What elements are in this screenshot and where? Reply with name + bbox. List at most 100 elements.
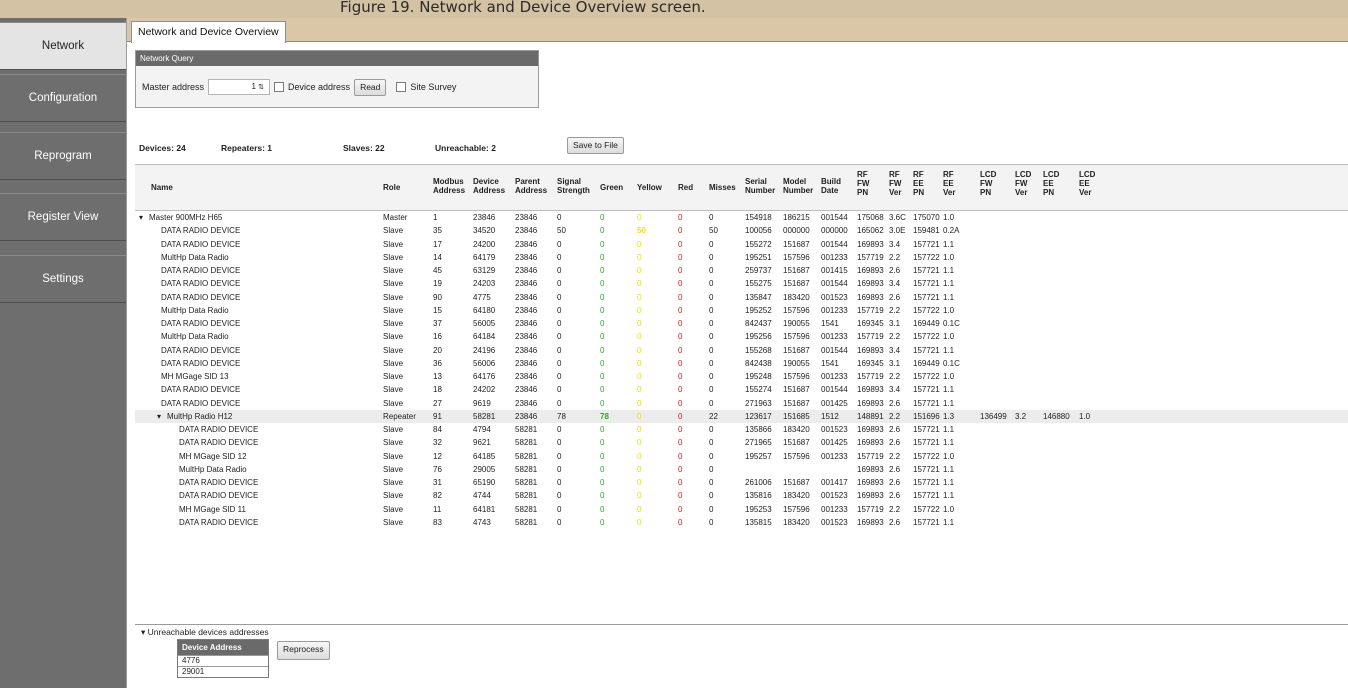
reprocess-button[interactable]: Reprocess <box>277 641 330 660</box>
table-row[interactable]: MH MGage SID 13 Slave 13 64176 23846 0 0 0 0 0 195… <box>135 370 1348 383</box>
cell-rf-ee-ver: 1.1 <box>943 385 955 395</box>
sidebar: Network Configuration Reprogram Register… <box>0 18 126 688</box>
save-to-file-button[interactable]: Save to File <box>567 137 624 154</box>
cell-rf-fw-ver: 2.2 <box>889 451 901 461</box>
cell-rf-fw-pn: 157719 <box>857 504 884 514</box>
cell-rf-fw-ver: 2.6 <box>889 491 901 501</box>
column-header-lcd-fw-pn[interactable]: LCD FW PN <box>980 170 996 197</box>
table-row[interactable]: DATA RADIO DEVICE Slave 32 9621 58281 0 0 0 0 0 27… <box>135 436 1348 449</box>
cell-lcd-fw-pn: 136499 <box>980 411 1007 421</box>
column-header-rf-ee-ver[interactable]: RF EE Ver <box>943 170 955 197</box>
cell-role: Slave <box>383 319 404 328</box>
column-header-lcd-fw-ver[interactable]: LCD FW Ver <box>1015 170 1031 197</box>
table-row[interactable]: DATA RADIO DEVICE Slave 36 56006 23846 0 0 0 0 0 8… <box>135 357 1348 370</box>
cell-signal-strength: 78 <box>557 411 566 421</box>
cell-name: DATA RADIO DEVICE <box>179 425 259 434</box>
cell-rf-fw-pn: 169893 <box>857 398 884 408</box>
table-row[interactable]: DATA RADIO DEVICE Slave 84 4794 58281 0 0 0 0 0 13… <box>135 423 1348 436</box>
column-header-modbus-address[interactable]: Modbus Address <box>433 177 465 195</box>
column-header-signal-strength[interactable]: Signal Strength <box>557 177 590 195</box>
column-header-yellow[interactable]: Yellow <box>637 183 662 192</box>
sidebar-item-reprogram[interactable]: Reprogram <box>0 132 126 180</box>
cell-modbus-address: 90 <box>433 292 442 302</box>
cell-red: 0 <box>678 517 683 527</box>
unreachable-title[interactable]: ▾ Unreachable devices addresses <box>141 627 269 638</box>
cell-yellow: 0 <box>637 491 642 501</box>
table-row[interactable]: DATA RADIO DEVICE Slave 19 24203 23846 0 0 0 0 0 1… <box>135 277 1348 290</box>
table-row[interactable]: DATA RADIO DEVICE Slave 20 24196 23846 0 0 0 0 0 1… <box>135 344 1348 357</box>
cell-yellow: 0 <box>637 279 642 289</box>
expand-toggle-icon[interactable]: ▾ <box>157 410 161 423</box>
cell-rf-fw-pn: 169893 <box>857 279 884 289</box>
cell-rf-fw-ver: 2.2 <box>889 332 901 342</box>
cell-build-date: 001425 <box>821 398 848 408</box>
column-header-name[interactable]: Name <box>151 183 173 192</box>
table-row[interactable]: MultHp Data Radio Slave 14 64179 23846 0 0 0 0 0 1… <box>135 251 1348 264</box>
column-header-green[interactable]: Green <box>600 183 623 192</box>
cell-rf-ee-pn: 157722 <box>913 252 940 262</box>
table-row[interactable]: MH MGage SID 11 Slave 11 64181 58281 0 0 0 0 0 195… <box>135 503 1348 516</box>
table-row[interactable]: DATA RADIO DEVICE Slave 37 56005 23846 0 0 0 0 0 8… <box>135 317 1348 330</box>
cell-misses: 0 <box>709 305 714 315</box>
master-address-input[interactable]: 1 ⇅ <box>208 79 271 95</box>
column-header-model-number[interactable]: Model Number <box>783 177 813 195</box>
column-header-rf-ee-pn[interactable]: RF EE PN <box>913 170 924 197</box>
table-row[interactable]: DATA RADIO DEVICE Slave 17 24200 23846 0 0 0 0 0 1… <box>135 238 1348 251</box>
tab-network-overview[interactable]: Network and Device Overview <box>131 21 286 43</box>
table-row[interactable]: ▾ Master 900MHz H65 Master 1 23846 23846 0 0 0 0 0… <box>135 211 1348 224</box>
cell-build-date: 001233 <box>821 372 848 381</box>
sidebar-item-network[interactable]: Network <box>0 22 126 70</box>
cell-device-address: 64181 <box>473 504 496 514</box>
read-button[interactable]: Read <box>354 78 387 96</box>
cell-rf-fw-ver: 2.6 <box>889 464 901 474</box>
sidebar-item-configuration[interactable]: Configuration <box>0 74 126 122</box>
cell-green: 0 <box>600 292 605 302</box>
table-row[interactable]: MultHp Data Radio Slave 76 29005 58281 0 0 0 0 0 1… <box>135 463 1348 476</box>
column-header-lcd-ee-ver[interactable]: LCD EE Ver <box>1079 170 1095 197</box>
cell-serial-number: 135815 <box>745 517 772 527</box>
cell-rf-ee-ver: 1.1 <box>943 517 955 527</box>
address-cell[interactable]: 4776 <box>178 655 268 666</box>
table-row[interactable]: DATA RADIO DEVICE Slave 18 24202 23846 0 0 0 0 0 1… <box>135 383 1348 396</box>
cell-red: 0 <box>678 239 683 249</box>
table-row[interactable]: MultHp Data Radio Slave 15 64180 23846 0 0 0 0 0 1… <box>135 304 1348 317</box>
cell-signal-strength: 0 <box>557 464 562 474</box>
cell-role: Slave <box>383 478 404 487</box>
column-header-red[interactable]: Red <box>678 183 693 192</box>
table-row[interactable]: DATA RADIO DEVICE Slave 31 65190 58281 0 0 0 0 0 2… <box>135 476 1348 489</box>
cell-name: DATA RADIO DEVICE <box>161 279 241 289</box>
table-row[interactable]: DATA RADIO DEVICE Slave 35 34520 23846 50 0 50 0… <box>135 224 1348 237</box>
cell-red: 0 <box>678 252 683 262</box>
sidebar-item-register-view[interactable]: Register View <box>0 193 126 241</box>
table-row[interactable]: MultHp Data Radio Slave 16 64184 23846 0 0 0 0 0 1… <box>135 330 1348 343</box>
address-cell[interactable]: 29001 <box>178 666 268 677</box>
table-row[interactable]: DATA RADIO DEVICE Slave 82 4744 58281 0 0 0 0 0 13… <box>135 489 1348 502</box>
column-header-rf-fw-ver[interactable]: RF FW Ver <box>889 170 901 197</box>
unreachable-title-text: Unreachable devices addresses <box>147 627 269 637</box>
column-header-misses[interactable]: Misses <box>709 183 736 192</box>
table-row[interactable]: ▾ MultHp Radio H12 Repeater 91 58281 23846 78 7… <box>135 409 1348 423</box>
column-header-rf-fw-pn[interactable]: RF FW PN <box>857 170 869 197</box>
cell-rf-fw-ver: 2.6 <box>889 425 901 434</box>
table-row[interactable]: DATA RADIO DEVICE Slave 83 4743 58281 0 0 0 0 0 13… <box>135 516 1348 529</box>
device-address-checkbox[interactable] <box>274 82 285 92</box>
spinner-icon[interactable]: ⇅ <box>258 84 264 91</box>
table-row[interactable]: MH MGage SID 12 Slave 12 64185 58281 0 0 0 0 0 195… <box>135 450 1348 463</box>
cell-role: Slave <box>383 451 404 461</box>
table-row[interactable]: DATA RADIO DEVICE Slave 90 4775 23846 0 0 0 0 0 13… <box>135 291 1348 304</box>
cell-rf-ee-ver: 1.1 <box>943 464 955 474</box>
column-header-device-address[interactable]: Device Address <box>473 177 505 195</box>
column-header-role[interactable]: Role <box>383 183 400 192</box>
column-header-build-date[interactable]: Build Date <box>821 177 841 195</box>
sidebar-item-settings[interactable]: Settings <box>0 255 126 303</box>
column-header-parent-address[interactable]: Parent Address <box>515 177 547 195</box>
cell-role: Slave <box>383 398 404 408</box>
site-survey-checkbox[interactable] <box>396 82 407 92</box>
cell-rf-fw-pn: 169893 <box>857 239 884 249</box>
table-row[interactable]: DATA RADIO DEVICE Slave 45 63129 23846 0 0 0 0 0 2… <box>135 264 1348 277</box>
cell-build-date: 001233 <box>821 305 848 315</box>
expand-toggle-icon[interactable]: ▾ <box>139 211 143 224</box>
table-row[interactable]: DATA RADIO DEVICE Slave 27 9619 23846 0 0 0 0 0 27… <box>135 397 1348 410</box>
column-header-serial-number[interactable]: Serial Number <box>745 177 775 195</box>
column-header-lcd-ee-pn[interactable]: LCD EE PN <box>1043 170 1059 197</box>
